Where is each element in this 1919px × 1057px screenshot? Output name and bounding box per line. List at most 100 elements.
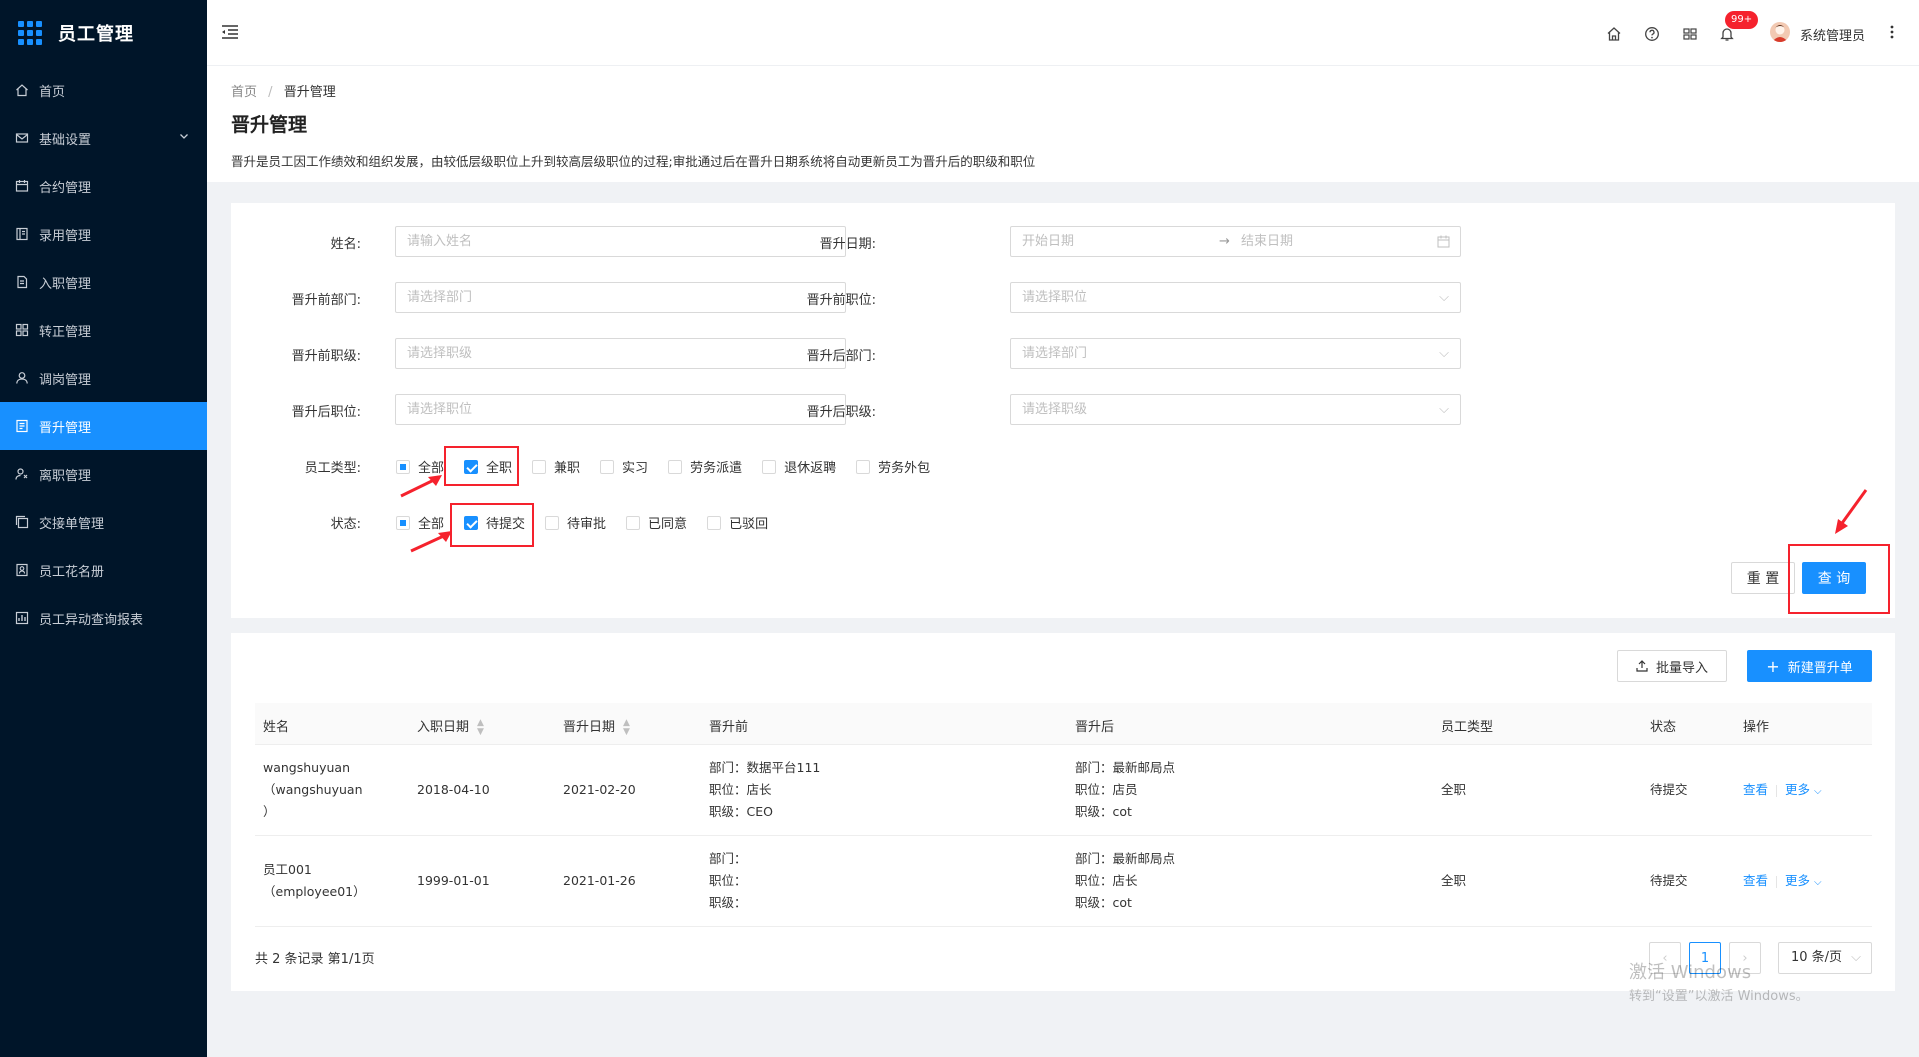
status-label: 状态: bbox=[330, 517, 361, 532]
cell-before: 部门： 职位： 职级： bbox=[709, 851, 747, 910]
employee-type-checkbox[interactable]: 兼职 bbox=[532, 457, 580, 476]
sidebar-item[interactable]: 转正管理 bbox=[0, 306, 207, 354]
checkbox-box[interactable] bbox=[545, 515, 560, 530]
promotion-date-range[interactable]: 开始日期 → 结束日期 bbox=[1010, 226, 1461, 257]
col-after: 晋升后 bbox=[1075, 720, 1115, 735]
help-icon[interactable] bbox=[1644, 26, 1660, 42]
sort-icon[interactable]: ▲ ▼ bbox=[477, 718, 484, 737]
calendar-icon bbox=[15, 180, 29, 192]
grid-icon bbox=[15, 323, 29, 337]
col-hire-date[interactable]: 入职日期 ▲ ▼ bbox=[417, 716, 484, 737]
checkbox-box[interactable] bbox=[532, 459, 547, 474]
chevron-down-icon: ⌵ bbox=[1851, 950, 1861, 965]
notification-badge: 99+ bbox=[1725, 11, 1759, 29]
cell-after: 部门：最新邮局点 职位：店长 职级：cot bbox=[1075, 851, 1176, 910]
report-icon bbox=[15, 611, 29, 625]
after-level-select[interactable]: 请选择职级 ⌵ bbox=[1010, 394, 1461, 425]
table-row: wangshuyuan （wangshuyuan） 2018-04-10 2021-0… bbox=[255, 745, 1872, 836]
sidebar-item-label: 首页 bbox=[39, 84, 66, 100]
sidebar-item[interactable]: 录用管理 bbox=[0, 210, 207, 258]
employee-type-checkbox[interactable]: 劳务派遣 bbox=[668, 457, 742, 476]
book-icon bbox=[16, 227, 28, 241]
checkbox-box[interactable] bbox=[762, 459, 777, 474]
apps-grid-icon bbox=[18, 21, 42, 45]
sidebar-item[interactable]: 基础设置 bbox=[0, 114, 207, 162]
sidebar-item-label: 入职管理 bbox=[39, 276, 92, 292]
sort-icon[interactable]: ▲ ▼ bbox=[623, 718, 630, 737]
after-dept-select[interactable]: 请选择部门 ⌵ bbox=[1010, 338, 1461, 369]
checkbox-label: 劳务外包 bbox=[878, 461, 931, 476]
cell-hire-date: 2018-04-10 bbox=[417, 782, 490, 797]
cell-name: 员工001 （employee01） bbox=[263, 862, 366, 899]
checkbox-box[interactable] bbox=[668, 459, 683, 474]
checkbox-label: 已同意 bbox=[648, 517, 688, 532]
before-dept-label: 晋升前部门: bbox=[291, 293, 361, 308]
chevron-down-icon: ⌵ bbox=[1439, 402, 1449, 417]
checkbox-box[interactable] bbox=[856, 459, 871, 474]
cell-after: 部门：最新邮局点 职位：店员 职级：cot bbox=[1075, 760, 1176, 819]
sidebar-item[interactable]: 晋升管理 bbox=[0, 402, 207, 450]
page-size-select[interactable]: 10 条/页 ⌵ bbox=[1778, 942, 1872, 974]
new-promotion-label: 新建晋升单 bbox=[1787, 660, 1853, 676]
page-header: 首页 / 晋升管理 晋升管理 晋升是员工因工作绩效和组织发展，由较低层级职位上升… bbox=[207, 66, 1919, 182]
promotion-date-label: 晋升日期: bbox=[819, 237, 876, 252]
sidebar-item[interactable]: 员工异动查询报表 bbox=[0, 594, 207, 642]
checkbox-label: 退休返聘 bbox=[784, 461, 837, 476]
status-checkbox[interactable]: 待审批 bbox=[545, 513, 606, 532]
app-logo[interactable]: 员工管理 bbox=[0, 0, 207, 66]
status-checkbox[interactable]: 已驳回 bbox=[707, 513, 768, 532]
view-link[interactable]: 查看 bbox=[1743, 873, 1768, 888]
menu-fold-icon[interactable] bbox=[221, 24, 239, 40]
sidebar-item-label: 调岗管理 bbox=[39, 372, 92, 388]
batch-import-button[interactable]: 批量导入 bbox=[1617, 650, 1727, 682]
annotation-highlight-fulltime bbox=[444, 446, 519, 486]
sidebar-item[interactable]: 调岗管理 bbox=[0, 354, 207, 402]
reset-button[interactable]: 重 置 bbox=[1731, 562, 1795, 594]
before-level-label: 晋升前职级: bbox=[291, 349, 361, 364]
before-dept-placeholder: 请选择部门 bbox=[407, 290, 473, 305]
checkbox-box[interactable] bbox=[626, 515, 641, 530]
form-icon bbox=[16, 419, 28, 433]
promotion-table-card: 批量导入 + 新建晋升单 姓名 入职日期 ▲ ▼ 晋升日期 ▲ ▼ 晋升前 晋升后 员工… bbox=[231, 633, 1895, 991]
after-dept-placeholder: 请选择部门 bbox=[1022, 346, 1088, 361]
chevron-down-icon: ⌵ bbox=[1439, 346, 1449, 361]
copy-icon bbox=[15, 515, 29, 529]
sidebar-item[interactable]: 首页 bbox=[0, 66, 207, 114]
employee-type-checkbox[interactable]: 退休返聘 bbox=[762, 457, 836, 476]
cell-actions: 查看 更多 ⌵ bbox=[1743, 779, 1822, 803]
cell-status: 待提交 bbox=[1650, 782, 1688, 797]
employee-type-checkbox[interactable]: 实习 bbox=[600, 457, 648, 476]
app-title: 员工管理 bbox=[58, 24, 134, 45]
view-link[interactable]: 查看 bbox=[1743, 782, 1768, 797]
breadcrumb-separator: / bbox=[268, 85, 273, 100]
action-divider bbox=[1776, 784, 1778, 797]
apps-icon[interactable] bbox=[1682, 26, 1698, 42]
sidebar-item[interactable]: 离职管理 bbox=[0, 450, 207, 498]
new-promotion-button[interactable]: + 新建晋升单 bbox=[1747, 650, 1872, 682]
annotation-highlight-pending bbox=[450, 503, 534, 547]
avatar[interactable] bbox=[1770, 22, 1790, 42]
sidebar-item[interactable]: 交接单管理 bbox=[0, 498, 207, 546]
col-promotion-date[interactable]: 晋升日期 ▲ ▼ bbox=[563, 716, 630, 737]
checkbox-box[interactable] bbox=[707, 515, 722, 530]
sidebar-item[interactable]: 员工花名册 bbox=[0, 546, 207, 594]
table-header: 姓名 入职日期 ▲ ▼ 晋升日期 ▲ ▼ 晋升前 晋升后 员工类型 状态 操作 bbox=[255, 703, 1872, 745]
after-level-label: 晋升后职级: bbox=[806, 405, 876, 420]
more-link[interactable]: 更多 ⌵ bbox=[1785, 782, 1822, 797]
checkbox-box[interactable] bbox=[600, 459, 615, 474]
name-placeholder: 请输入姓名 bbox=[407, 234, 473, 249]
home-icon bbox=[16, 84, 28, 97]
more-vertical-icon[interactable] bbox=[1889, 24, 1895, 40]
more-link[interactable]: 更多 ⌵ bbox=[1785, 873, 1822, 888]
status-checkbox[interactable]: 已同意 bbox=[626, 513, 687, 532]
home-icon[interactable] bbox=[1606, 26, 1622, 42]
cell-employee-type: 全职 bbox=[1441, 873, 1467, 888]
before-position-select[interactable]: 请选择职位 ⌵ bbox=[1010, 282, 1461, 313]
sidebar-item[interactable]: 合约管理 bbox=[0, 162, 207, 210]
user-name[interactable]: 系统管理员 bbox=[1800, 25, 1865, 44]
sidebar-item-label: 合约管理 bbox=[39, 180, 92, 196]
breadcrumb-home[interactable]: 首页 bbox=[231, 85, 257, 100]
employee-type-checkbox[interactable]: 劳务外包 bbox=[856, 457, 930, 476]
sidebar-item[interactable]: 入职管理 bbox=[0, 258, 207, 306]
user-leave-icon bbox=[15, 468, 28, 480]
